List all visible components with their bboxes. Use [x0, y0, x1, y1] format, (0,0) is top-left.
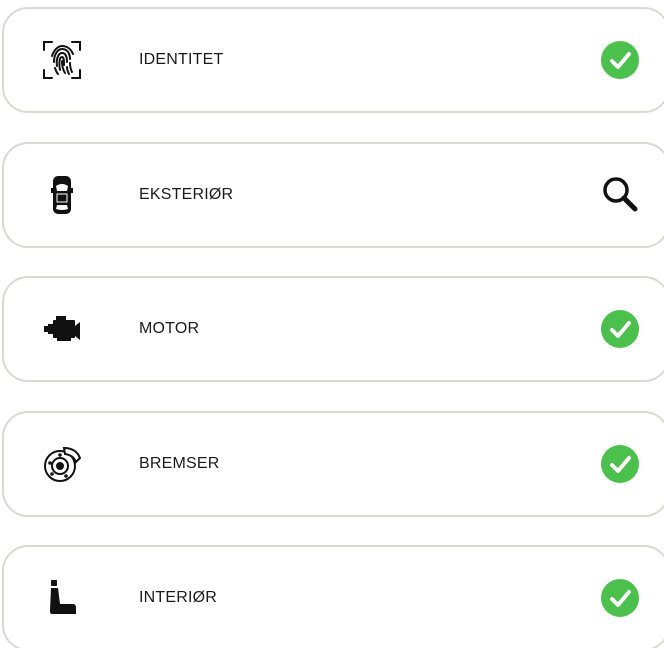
category-card-motor[interactable]: MOTOR [2, 276, 664, 382]
inspection-category-list: IDENTITET EKSTERIØR MOTOR BREMSER INTERI… [0, 0, 664, 648]
category-card-eksterior[interactable]: EKSTERIØR [2, 142, 664, 248]
category-label: BREMSER [139, 455, 220, 472]
category-label: IDENTITET [139, 51, 224, 68]
category-label: MOTOR [139, 320, 200, 337]
check-icon [600, 578, 640, 618]
car-seat-icon [40, 576, 84, 620]
category-label: INTERIØR [139, 589, 218, 606]
engine-icon [40, 307, 84, 351]
check-icon [600, 40, 640, 80]
check-icon [600, 444, 640, 484]
fingerprint-icon [40, 38, 84, 82]
check-icon [600, 309, 640, 349]
category-card-identitet[interactable]: IDENTITET [2, 7, 664, 113]
search-icon [600, 175, 640, 215]
brake-disc-icon [40, 442, 84, 486]
category-card-bremser[interactable]: BREMSER [2, 411, 664, 517]
category-card-interior[interactable]: INTERIØR [2, 545, 664, 648]
category-label: EKSTERIØR [139, 186, 234, 203]
car-top-view-icon [40, 173, 84, 217]
